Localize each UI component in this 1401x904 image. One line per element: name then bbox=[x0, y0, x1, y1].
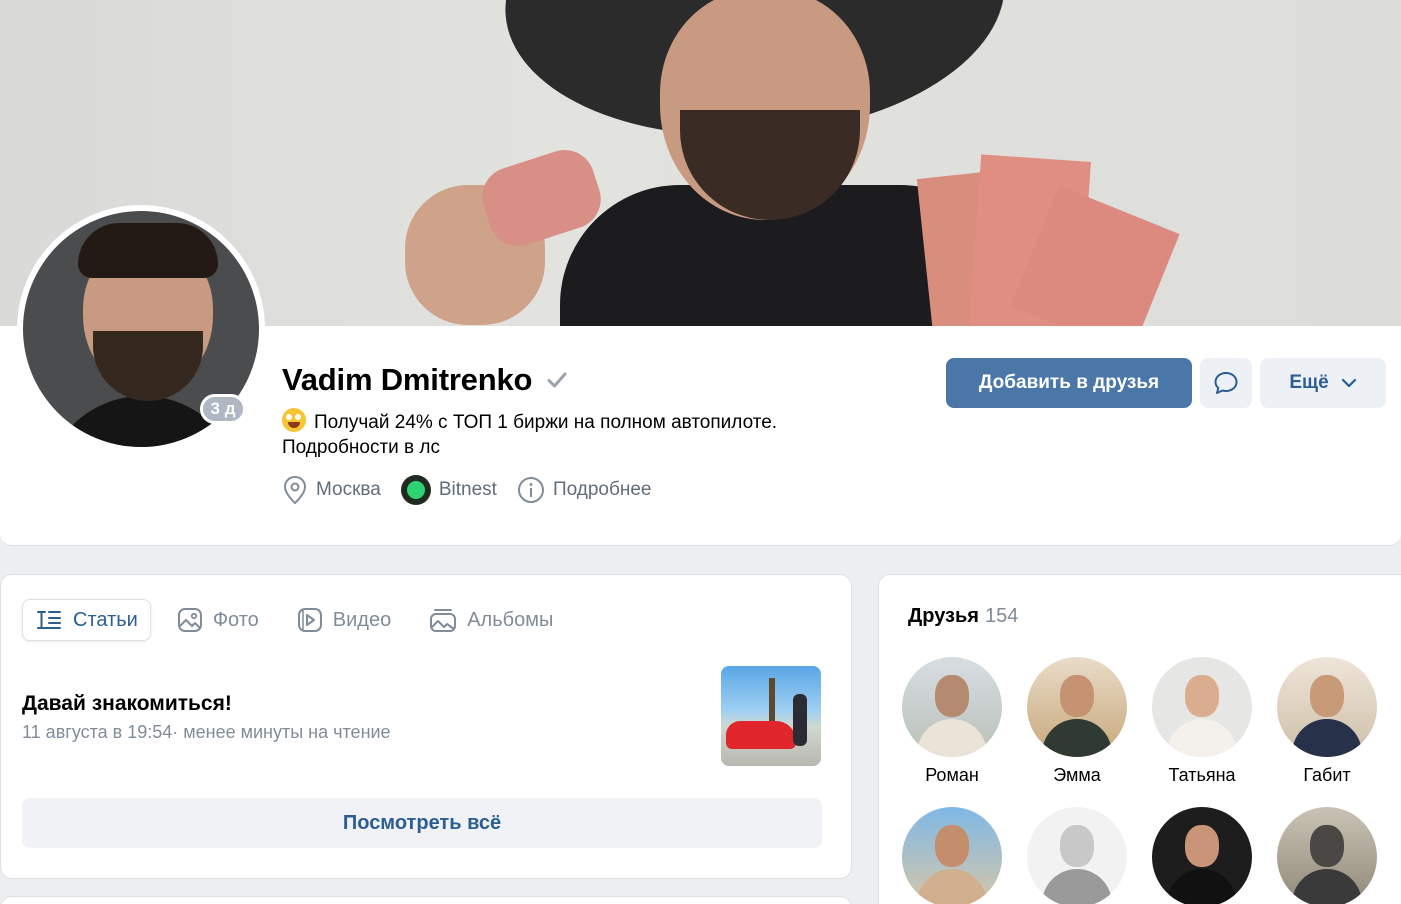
profile-name-row: Vadim Dmitrenko bbox=[282, 362, 568, 398]
friend-avatar bbox=[1277, 807, 1377, 904]
city-item[interactable]: Москва bbox=[282, 475, 381, 505]
articles-icon bbox=[37, 611, 61, 629]
add-friend-button[interactable]: Добавить в друзья bbox=[946, 358, 1192, 408]
video-icon bbox=[297, 608, 322, 632]
friend-item[interactable] bbox=[1152, 807, 1252, 904]
profile-status: Получай 24% с ТОП 1 биржи на полном авто… bbox=[282, 408, 842, 460]
friend-name: Татьяна bbox=[1168, 765, 1236, 785]
status-line-2: Подробности в лс bbox=[282, 437, 441, 458]
friend-avatar bbox=[1027, 807, 1127, 904]
tab-albums[interactable]: Альбомы bbox=[417, 599, 565, 641]
company-item[interactable]: Bitnest bbox=[400, 475, 497, 505]
company-label: Bitnest bbox=[438, 479, 497, 500]
friend-item[interactable]: Татьяна bbox=[1152, 657, 1252, 786]
location-pin-icon bbox=[283, 475, 307, 505]
friend-item[interactable]: Габит bbox=[1277, 657, 1377, 786]
content-tabs: Статьи Фото Видео Альбомы bbox=[22, 599, 579, 641]
article-meta: 11 августа в 19:54· менее минуты на чтен… bbox=[22, 722, 391, 742]
friend-avatar bbox=[902, 807, 1002, 904]
photo-icon bbox=[177, 608, 202, 632]
friend-item[interactable] bbox=[902, 807, 1002, 904]
friend-item[interactable]: Роман bbox=[902, 657, 1002, 786]
article-title[interactable]: Давай знакомиться! bbox=[22, 692, 232, 716]
verified-check-icon[interactable] bbox=[546, 369, 568, 391]
chevron-down-icon bbox=[1341, 378, 1356, 388]
tab-photo-label: Фото bbox=[212, 608, 259, 631]
tab-articles[interactable]: Статьи bbox=[22, 599, 151, 641]
friends-count: 154 bbox=[984, 605, 1019, 627]
tab-albums-label: Альбомы bbox=[467, 608, 554, 631]
profile-name: Vadim Dmitrenko bbox=[282, 362, 533, 397]
details-link[interactable]: Подробнее bbox=[517, 476, 652, 504]
albums-icon bbox=[430, 609, 457, 632]
more-label: Ещё bbox=[1289, 372, 1329, 393]
friend-avatar bbox=[1152, 807, 1252, 904]
friend-item[interactable] bbox=[1277, 807, 1377, 904]
next-content-card bbox=[0, 896, 852, 904]
friend-item[interactable] bbox=[1027, 807, 1127, 904]
friend-avatar bbox=[1277, 657, 1377, 757]
details-label: Подробнее bbox=[552, 479, 652, 500]
tab-photo[interactable]: Фото bbox=[165, 599, 271, 641]
message-button[interactable] bbox=[1200, 358, 1252, 408]
friend-name: Эмма bbox=[1053, 765, 1101, 785]
friend-avatar bbox=[1152, 657, 1252, 757]
last-seen-badge: 3 д bbox=[200, 394, 246, 424]
status-line-1: Получай 24% с ТОП 1 биржи на полном авто… bbox=[314, 412, 778, 433]
friends-title: Друзья bbox=[908, 605, 979, 627]
message-bubble-icon bbox=[1214, 372, 1238, 394]
friend-avatar bbox=[902, 657, 1002, 757]
profile-meta-row: Москва Bitnest Подробнее bbox=[282, 475, 672, 505]
friends-header[interactable]: Друзья 154 bbox=[908, 605, 1018, 628]
bitnest-logo-icon bbox=[400, 475, 431, 505]
friend-avatar bbox=[1027, 657, 1127, 757]
info-icon bbox=[517, 477, 544, 503]
tab-video-label: Видео bbox=[332, 608, 392, 631]
see-all-button[interactable]: Посмотреть всё bbox=[22, 798, 822, 848]
more-button[interactable]: Ещё bbox=[1260, 358, 1386, 408]
friend-name: Габит bbox=[1303, 765, 1351, 785]
friend-item[interactable]: Эмма bbox=[1027, 657, 1127, 786]
friend-name: Роман bbox=[925, 765, 979, 785]
grinning-emoji-icon bbox=[282, 408, 306, 432]
city-label: Москва bbox=[316, 479, 381, 500]
tab-articles-label: Статьи bbox=[73, 608, 138, 631]
article-thumbnail[interactable] bbox=[721, 666, 821, 766]
tab-video[interactable]: Видео bbox=[285, 599, 403, 641]
